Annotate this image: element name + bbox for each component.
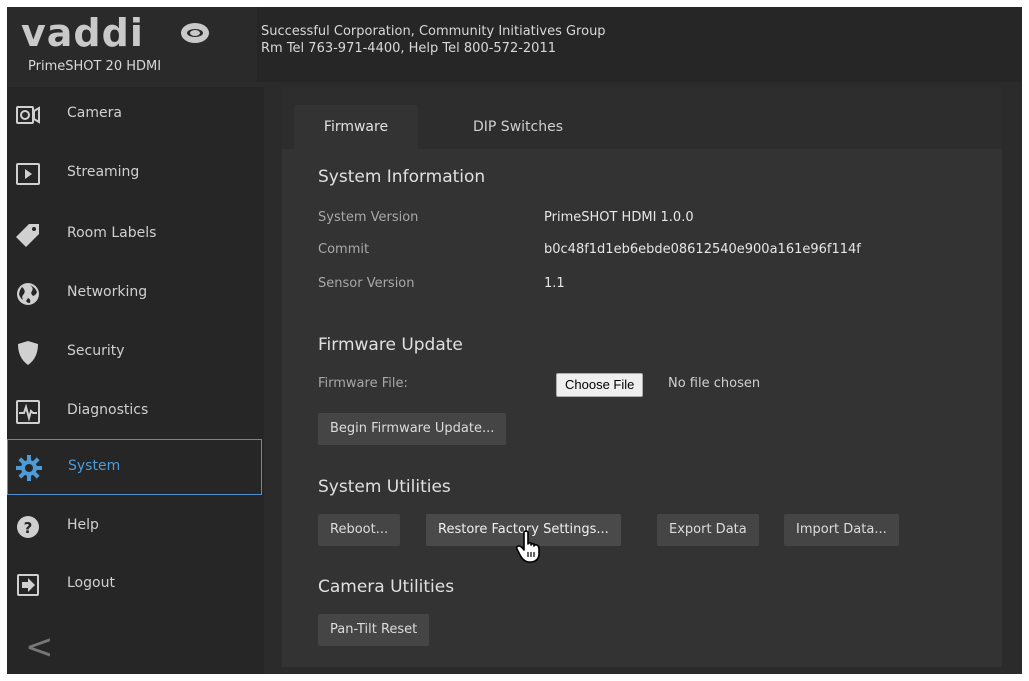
sidebar-item-label: Streaming (67, 164, 140, 180)
hand-cursor-icon (515, 530, 540, 563)
system-utilities-title: System Utilities (318, 477, 451, 497)
sidebar-item-networking[interactable]: Networking (7, 266, 262, 322)
svg-text:?: ? (24, 519, 33, 537)
camera-utilities-title: Camera Utilities (318, 577, 455, 597)
help-icon: ? (17, 516, 39, 538)
sidebar-item-label: Help (67, 517, 99, 533)
sensor-version-label: Sensor Version (318, 276, 415, 291)
shield-icon (18, 341, 38, 365)
sidebar-item-camera[interactable]: Camera (7, 87, 262, 143)
brand-block: vaddi PrimeSHOT 20 HDMI (7, 7, 257, 82)
sidebar-item-diagnostics[interactable]: Diagnostics (7, 384, 262, 440)
tab-firmware[interactable]: Firmware (294, 105, 418, 149)
app-window: vaddi PrimeSHOT 20 HDMI Successful Corpo… (7, 7, 1022, 674)
collapse-sidebar-button[interactable]: < (25, 627, 54, 667)
begin-firmware-update-button[interactable]: Begin Firmware Update... (318, 413, 507, 445)
sidebar-item-label: Security (67, 343, 125, 359)
import-data-button[interactable]: Import Data... (784, 514, 899, 546)
tab-bar: Firmware DIP Switches (282, 105, 1002, 149)
commit-label: Commit (318, 242, 370, 257)
sidebar-item-label: Room Labels (67, 225, 157, 241)
sidebar: Camera Streaming Room Labels Networking (7, 87, 264, 674)
pulse-icon (16, 400, 40, 424)
sidebar-item-label: Logout (67, 575, 115, 591)
reboot-button[interactable]: Reboot... (318, 514, 401, 546)
header: vaddi PrimeSHOT 20 HDMI Successful Corpo… (7, 7, 1022, 82)
firmware-panel: System Information System Version PrimeS… (282, 149, 1002, 667)
globe-icon (17, 283, 39, 305)
sidebar-item-room-labels[interactable]: Room Labels (7, 207, 262, 263)
sidebar-item-system[interactable]: System (7, 439, 262, 495)
tab-dip-switches[interactable]: DIP Switches (458, 105, 578, 149)
vaddio-logo: vaddi (21, 11, 144, 55)
firmware-update-title: Firmware Update (318, 335, 463, 355)
model-name: PrimeSHOT 20 HDMI (28, 59, 162, 74)
system-version-label: System Version (318, 210, 419, 225)
tag-icon (16, 224, 39, 247)
main-content: Firmware DIP Switches System Information… (282, 87, 1002, 667)
sidebar-item-label: Camera (67, 105, 122, 121)
sidebar-item-help[interactable]: ? Help (7, 499, 262, 555)
pan-tilt-reset-button[interactable]: Pan-Tilt Reset (318, 614, 430, 646)
sidebar-item-security[interactable]: Security (7, 325, 262, 381)
sidebar-item-logout[interactable]: Logout (7, 557, 262, 613)
sidebar-item-label: Networking (67, 284, 148, 300)
sidebar-item-label: System (68, 458, 121, 474)
sidebar-item-label: Diagnostics (67, 402, 149, 418)
company-name: Successful Corporation, Community Initia… (261, 24, 606, 39)
system-version-value: PrimeSHOT HDMI 1.0.0 (544, 210, 694, 225)
company-phones: Rm Tel 763-971-4400, Help Tel 800-572-20… (261, 41, 556, 56)
play-icon (16, 163, 40, 185)
camera-icon (16, 106, 40, 124)
sensor-version-value: 1.1 (544, 276, 565, 291)
export-data-button[interactable]: Export Data (657, 514, 759, 546)
logout-icon (17, 574, 39, 596)
company-info: Successful Corporation, Community Initia… (261, 23, 606, 57)
commit-value: b0c48f1d1eb6ebde08612540e900a161e96f114f (544, 242, 861, 257)
no-file-chosen-text: No file chosen (668, 376, 761, 391)
vaddio-logo-mark (181, 23, 209, 43)
sidebar-item-streaming[interactable]: Streaming (7, 146, 262, 202)
firmware-file-label: Firmware File: (318, 376, 408, 391)
system-information-title: System Information (318, 167, 486, 187)
gear-icon (16, 455, 42, 481)
choose-file-button[interactable]: Choose File (556, 373, 644, 397)
